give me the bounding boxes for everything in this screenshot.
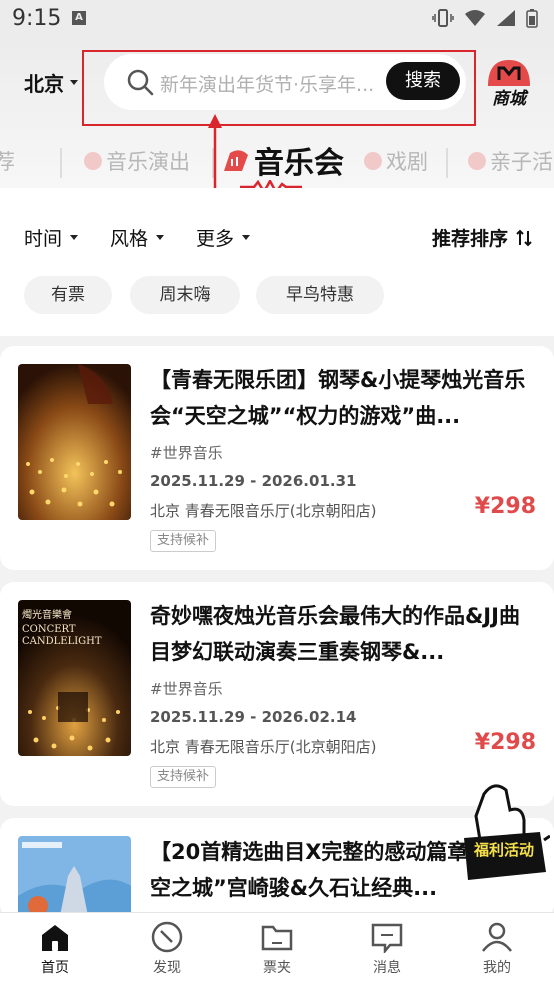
filter-style[interactable]: 风格 — [110, 224, 165, 251]
tab-recommend[interactable]: 荐 — [0, 146, 15, 176]
top-header: 北京 新年演出年货节·乐享年... 搜索 商城 荐 音乐演出 音乐会 戏剧 亲子… — [0, 40, 554, 194]
event-card[interactable]: 【青春无限乐团】钢琴&小提琴烛光音乐会“天空之城”“权力的游戏”曲... #世界… — [0, 346, 554, 570]
event-venue: 北京 青春无限音乐厅(北京朝阳店) — [150, 738, 377, 756]
caret-down-icon — [70, 80, 78, 85]
status-bar: 9:15 A — [0, 0, 554, 40]
tab-drama[interactable]: 戏剧 — [364, 146, 428, 176]
city-label: 北京 — [24, 72, 64, 96]
user-icon — [482, 922, 512, 952]
tab-drama-label: 戏剧 — [386, 150, 428, 174]
city-selector[interactable]: 北京 — [24, 68, 78, 97]
nav-discover[interactable]: 发现 — [132, 921, 202, 977]
caret-down-icon — [242, 235, 251, 240]
nav-home-label: 首页 — [41, 960, 69, 976]
nav-messages[interactable]: 消息 — [352, 921, 422, 977]
nav-discover-label: 发现 — [153, 960, 181, 976]
nav-ticket-wallet[interactable]: 票夹 — [242, 921, 312, 977]
home-icon — [42, 925, 68, 951]
event-date: 2025.11.29 - 2026.02.14 — [150, 708, 357, 726]
mall-label: 商城 — [492, 89, 526, 109]
status-time: 9:15 — [12, 6, 62, 31]
event-price: ¥298 — [474, 730, 536, 755]
chip-weekend[interactable]: 周末嗨 — [130, 276, 240, 314]
drama-icon — [364, 152, 382, 170]
filter-time-label: 时间 — [24, 228, 63, 250]
tab-divider — [60, 148, 62, 178]
tab-concert[interactable]: 音乐会 — [222, 138, 344, 182]
family-icon — [468, 152, 486, 170]
event-poster — [18, 364, 131, 520]
waitlist-badge: 支持候补 — [150, 766, 217, 788]
event-price: ¥298 — [474, 494, 536, 519]
folder-icon — [261, 925, 293, 951]
wifi-icon — [465, 10, 485, 26]
mall-button[interactable]: 商城 — [484, 56, 534, 110]
bottom-nav: 首页 发现 票夹 消息 我的 — [0, 912, 554, 984]
notification-icon: A — [72, 11, 86, 25]
tab-music-shows[interactable]: 音乐演出 — [84, 146, 190, 176]
tab-family[interactable]: 亲子活 — [468, 146, 553, 176]
tab-family-label: 亲子活 — [490, 150, 553, 174]
event-title: 奇妙嘿夜烛光音乐会最伟大的作品&JJ曲目梦幻联动演奏三重奏钢琴&... — [150, 604, 520, 664]
music-show-icon — [84, 152, 102, 170]
promo-floating-button[interactable]: 福利活动 — [454, 780, 551, 890]
filter-section: 时间 风格 更多 推荐排序 有票 周末嗨 早鸟特惠 — [0, 188, 554, 336]
promo-hand-icon — [456, 784, 551, 880]
poster-text-cn: 燭光音樂會 — [22, 610, 72, 621]
tab-music-shows-label: 音乐演出 — [106, 150, 190, 174]
message-icon — [371, 923, 403, 953]
event-poster — [18, 836, 131, 918]
caret-down-icon — [70, 235, 79, 240]
event-title: 【青春无限乐团】钢琴&小提琴烛光音乐会“天空之城”“权力的游戏”曲... — [150, 368, 526, 428]
vibrate-icon — [432, 9, 454, 27]
sort-label: 推荐排序 — [431, 228, 508, 250]
sort-selector[interactable]: 推荐排序 — [432, 224, 532, 251]
event-genre-tag: #世界音乐 — [150, 680, 223, 698]
poster-text-candlelight: CANDLELIGHT — [22, 636, 102, 647]
caret-down-icon — [156, 235, 165, 240]
nav-messages-label: 消息 — [373, 960, 401, 976]
poster-text-concert: CONCERT — [22, 624, 76, 635]
battery-icon — [526, 9, 538, 28]
waitlist-badge: 支持候补 — [150, 530, 217, 552]
event-poster: 燭光音樂會 CONCERT CANDLELIGHT — [18, 600, 131, 756]
chip-early-bird[interactable]: 早鸟特惠 — [256, 276, 384, 314]
mall-icon — [488, 60, 530, 86]
event-date: 2025.11.29 - 2026.01.31 — [150, 472, 357, 490]
event-venue: 北京 青春无限音乐厅(北京朝阳店) — [150, 502, 377, 520]
event-card[interactable]: 燭光音樂會 CONCERT CANDLELIGHT 奇妙嘿夜烛光音乐会最伟大的作… — [0, 582, 554, 806]
nav-profile[interactable]: 我的 — [462, 921, 532, 977]
status-icons — [432, 8, 538, 28]
category-tabs: 荐 音乐演出 音乐会 戏剧 亲子活 — [0, 138, 554, 194]
event-genre-tag: #世界音乐 — [150, 444, 223, 462]
nav-profile-label: 我的 — [483, 960, 511, 976]
filter-time[interactable]: 时间 — [24, 224, 79, 251]
promo-label: 福利活动 — [473, 841, 534, 859]
tab-divider — [446, 148, 448, 178]
nav-home[interactable]: 首页 — [20, 921, 90, 977]
chip-has-tickets[interactable]: 有票 — [24, 276, 112, 314]
compass-icon — [151, 921, 183, 953]
filter-more-label: 更多 — [196, 228, 235, 250]
filter-more[interactable]: 更多 — [196, 224, 251, 251]
annotation-highlight-box — [82, 50, 476, 126]
nav-ticket-wallet-label: 票夹 — [263, 960, 291, 976]
sort-icon — [516, 229, 532, 246]
signal-icon — [497, 10, 515, 26]
tab-concert-label: 音乐会 — [254, 146, 344, 181]
filter-style-label: 风格 — [110, 228, 149, 250]
